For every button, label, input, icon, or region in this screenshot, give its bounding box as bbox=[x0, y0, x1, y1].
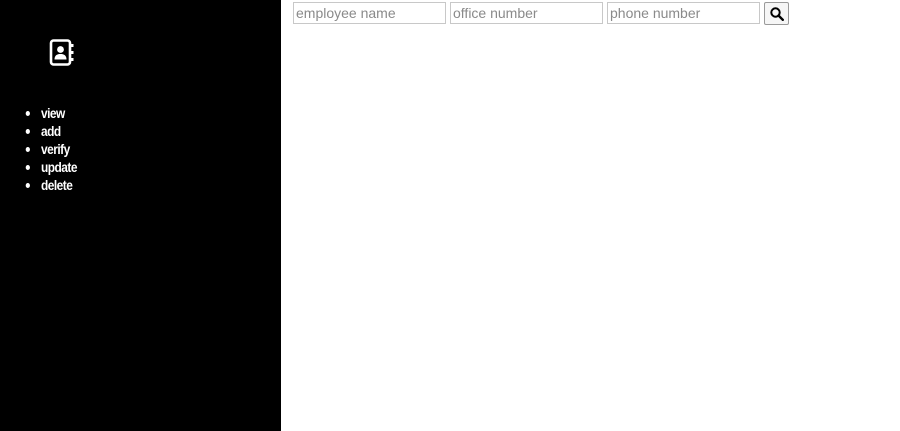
search-icon bbox=[770, 7, 784, 21]
office-number-input[interactable] bbox=[450, 2, 603, 24]
address-book-icon bbox=[49, 39, 75, 66]
sidebar: view add verify update delete bbox=[0, 0, 281, 431]
bullet bbox=[25, 183, 30, 188]
search-button[interactable] bbox=[764, 2, 789, 25]
sidebar-item-verify[interactable]: verify bbox=[24, 140, 77, 158]
sidebar-item-label: update bbox=[41, 159, 77, 175]
sidebar-item-label: delete bbox=[41, 177, 73, 193]
bullet bbox=[25, 147, 30, 152]
bullet bbox=[25, 129, 30, 134]
bullet bbox=[25, 165, 30, 170]
sidebar-item-label: view bbox=[41, 105, 65, 121]
bullet bbox=[25, 111, 30, 116]
sidebar-item-view[interactable]: view bbox=[24, 104, 77, 122]
sidebar-item-label: verify bbox=[41, 141, 70, 157]
sidebar-nav: view add verify update delete bbox=[24, 104, 86, 194]
sidebar-item-delete[interactable]: delete bbox=[24, 176, 77, 194]
phone-number-input[interactable] bbox=[607, 2, 760, 24]
main-content bbox=[281, 0, 900, 431]
employee-name-input[interactable] bbox=[293, 2, 446, 24]
sidebar-item-label: add bbox=[41, 123, 61, 139]
sidebar-item-add[interactable]: add bbox=[24, 122, 77, 140]
sidebar-item-update[interactable]: update bbox=[24, 158, 77, 176]
